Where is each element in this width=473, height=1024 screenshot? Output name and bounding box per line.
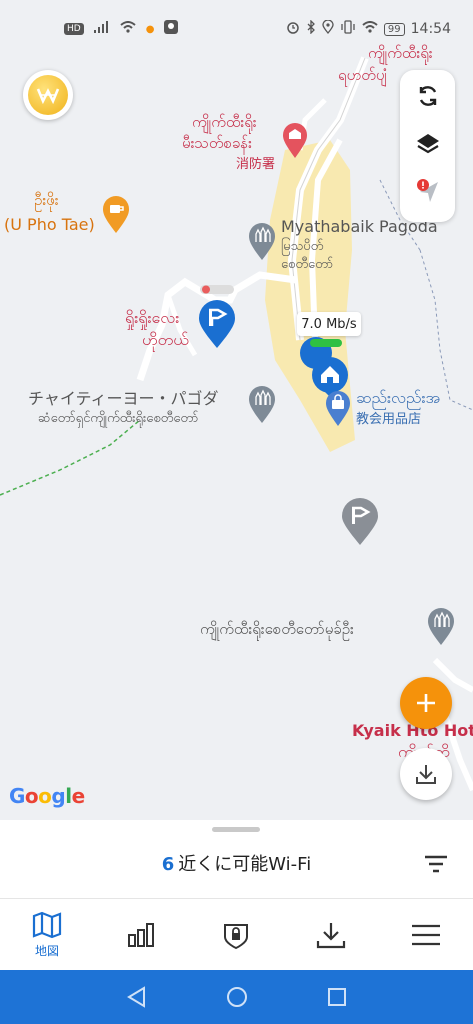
label-pagoda-my-1: မြသပိတ်	[281, 239, 324, 254]
layers-icon	[416, 134, 439, 154]
nav-map-label: 地図	[34, 944, 59, 958]
refresh-icon	[419, 86, 436, 106]
label-helipad-1: ကျိုက်ထီးရိုး	[368, 44, 433, 62]
stats-icon	[128, 923, 154, 947]
label-fire-station-1: ကျိုက်ထီးရိုး	[192, 113, 257, 131]
nav-download-icon	[316, 923, 346, 949]
label-u-pho-my: ဦးဖိုး	[34, 191, 59, 209]
speed-label: 7.0 Mb/s	[297, 312, 361, 336]
coin-icon	[28, 75, 68, 115]
recent-apps-button[interactable]	[324, 984, 350, 1010]
label-stupa-entrance: ကျိုက်ထီးရိုးစေတီတော်မုခ်ဦး	[200, 620, 354, 638]
nav-stats[interactable]	[94, 899, 188, 971]
nav-download[interactable]	[284, 899, 378, 971]
label-fire-station-jp: 消防署	[236, 157, 276, 172]
label-church-my: ဆည်းလည်းအ	[356, 388, 441, 407]
home-button[interactable]	[224, 984, 250, 1010]
nav-menu[interactable]	[379, 899, 473, 971]
label-hotel-my-2: ဟိုတယ်	[142, 330, 189, 349]
label-hotel-my-1: ရှိုးရှိုးလေး	[125, 308, 180, 327]
menu-icon	[412, 924, 440, 946]
filter-button[interactable]	[424, 854, 448, 878]
nav-vpn[interactable]	[189, 899, 283, 971]
vpn-shield-icon	[224, 924, 248, 950]
label-church-jp: 教会用品店	[356, 412, 422, 427]
label-fire-station-2: မီးသတ်စခန်း	[182, 134, 252, 152]
google-logo: Google	[9, 784, 85, 808]
label-pagoda-my-2: စေတီတော်	[281, 257, 334, 272]
bottom-nav: 地図	[0, 898, 473, 971]
map-tools-panel	[400, 70, 455, 222]
map-icon	[32, 911, 62, 939]
home-icon	[227, 987, 247, 1007]
label-helipad-2: ရဟတ်ပျံ	[338, 66, 387, 84]
label-chaitiyo-jp: チャイティーヨー・パゴダ	[28, 389, 219, 408]
location-arrow-icon	[416, 179, 438, 202]
download-button[interactable]	[400, 748, 452, 800]
location-button[interactable]	[400, 170, 455, 214]
nav-map[interactable]: 地図	[0, 899, 94, 971]
sheet-handle[interactable]	[212, 827, 260, 832]
wifi-indicator-pill	[200, 285, 234, 294]
back-icon	[127, 986, 145, 1008]
add-button[interactable]	[400, 677, 452, 729]
wifi-count: 6	[161, 854, 175, 875]
wifi-nearby-label: 近くに可能Wi-Fi	[178, 854, 312, 875]
download-icon	[416, 765, 436, 784]
filter-icon	[425, 855, 447, 873]
recent-icon	[328, 988, 346, 1006]
refresh-button[interactable]	[400, 74, 455, 118]
wifi-bottom-sheet[interactable]: 6 近くに可能Wi-Fi	[0, 820, 473, 898]
back-button[interactable]	[124, 984, 150, 1010]
coin-button[interactable]	[23, 70, 73, 120]
system-nav-bar	[0, 970, 473, 1024]
label-chaitiyo-my: ဆံတော်ရှင်ကျိုက်ထီးရိုးစေတီတော်	[38, 411, 199, 426]
wifi-nearby-title[interactable]: 6 近くに可能Wi-Fi	[0, 850, 473, 876]
add-icon	[417, 694, 435, 712]
layers-button[interactable]	[400, 122, 455, 166]
label-u-pho-en: (U Pho Tae)	[4, 215, 95, 234]
